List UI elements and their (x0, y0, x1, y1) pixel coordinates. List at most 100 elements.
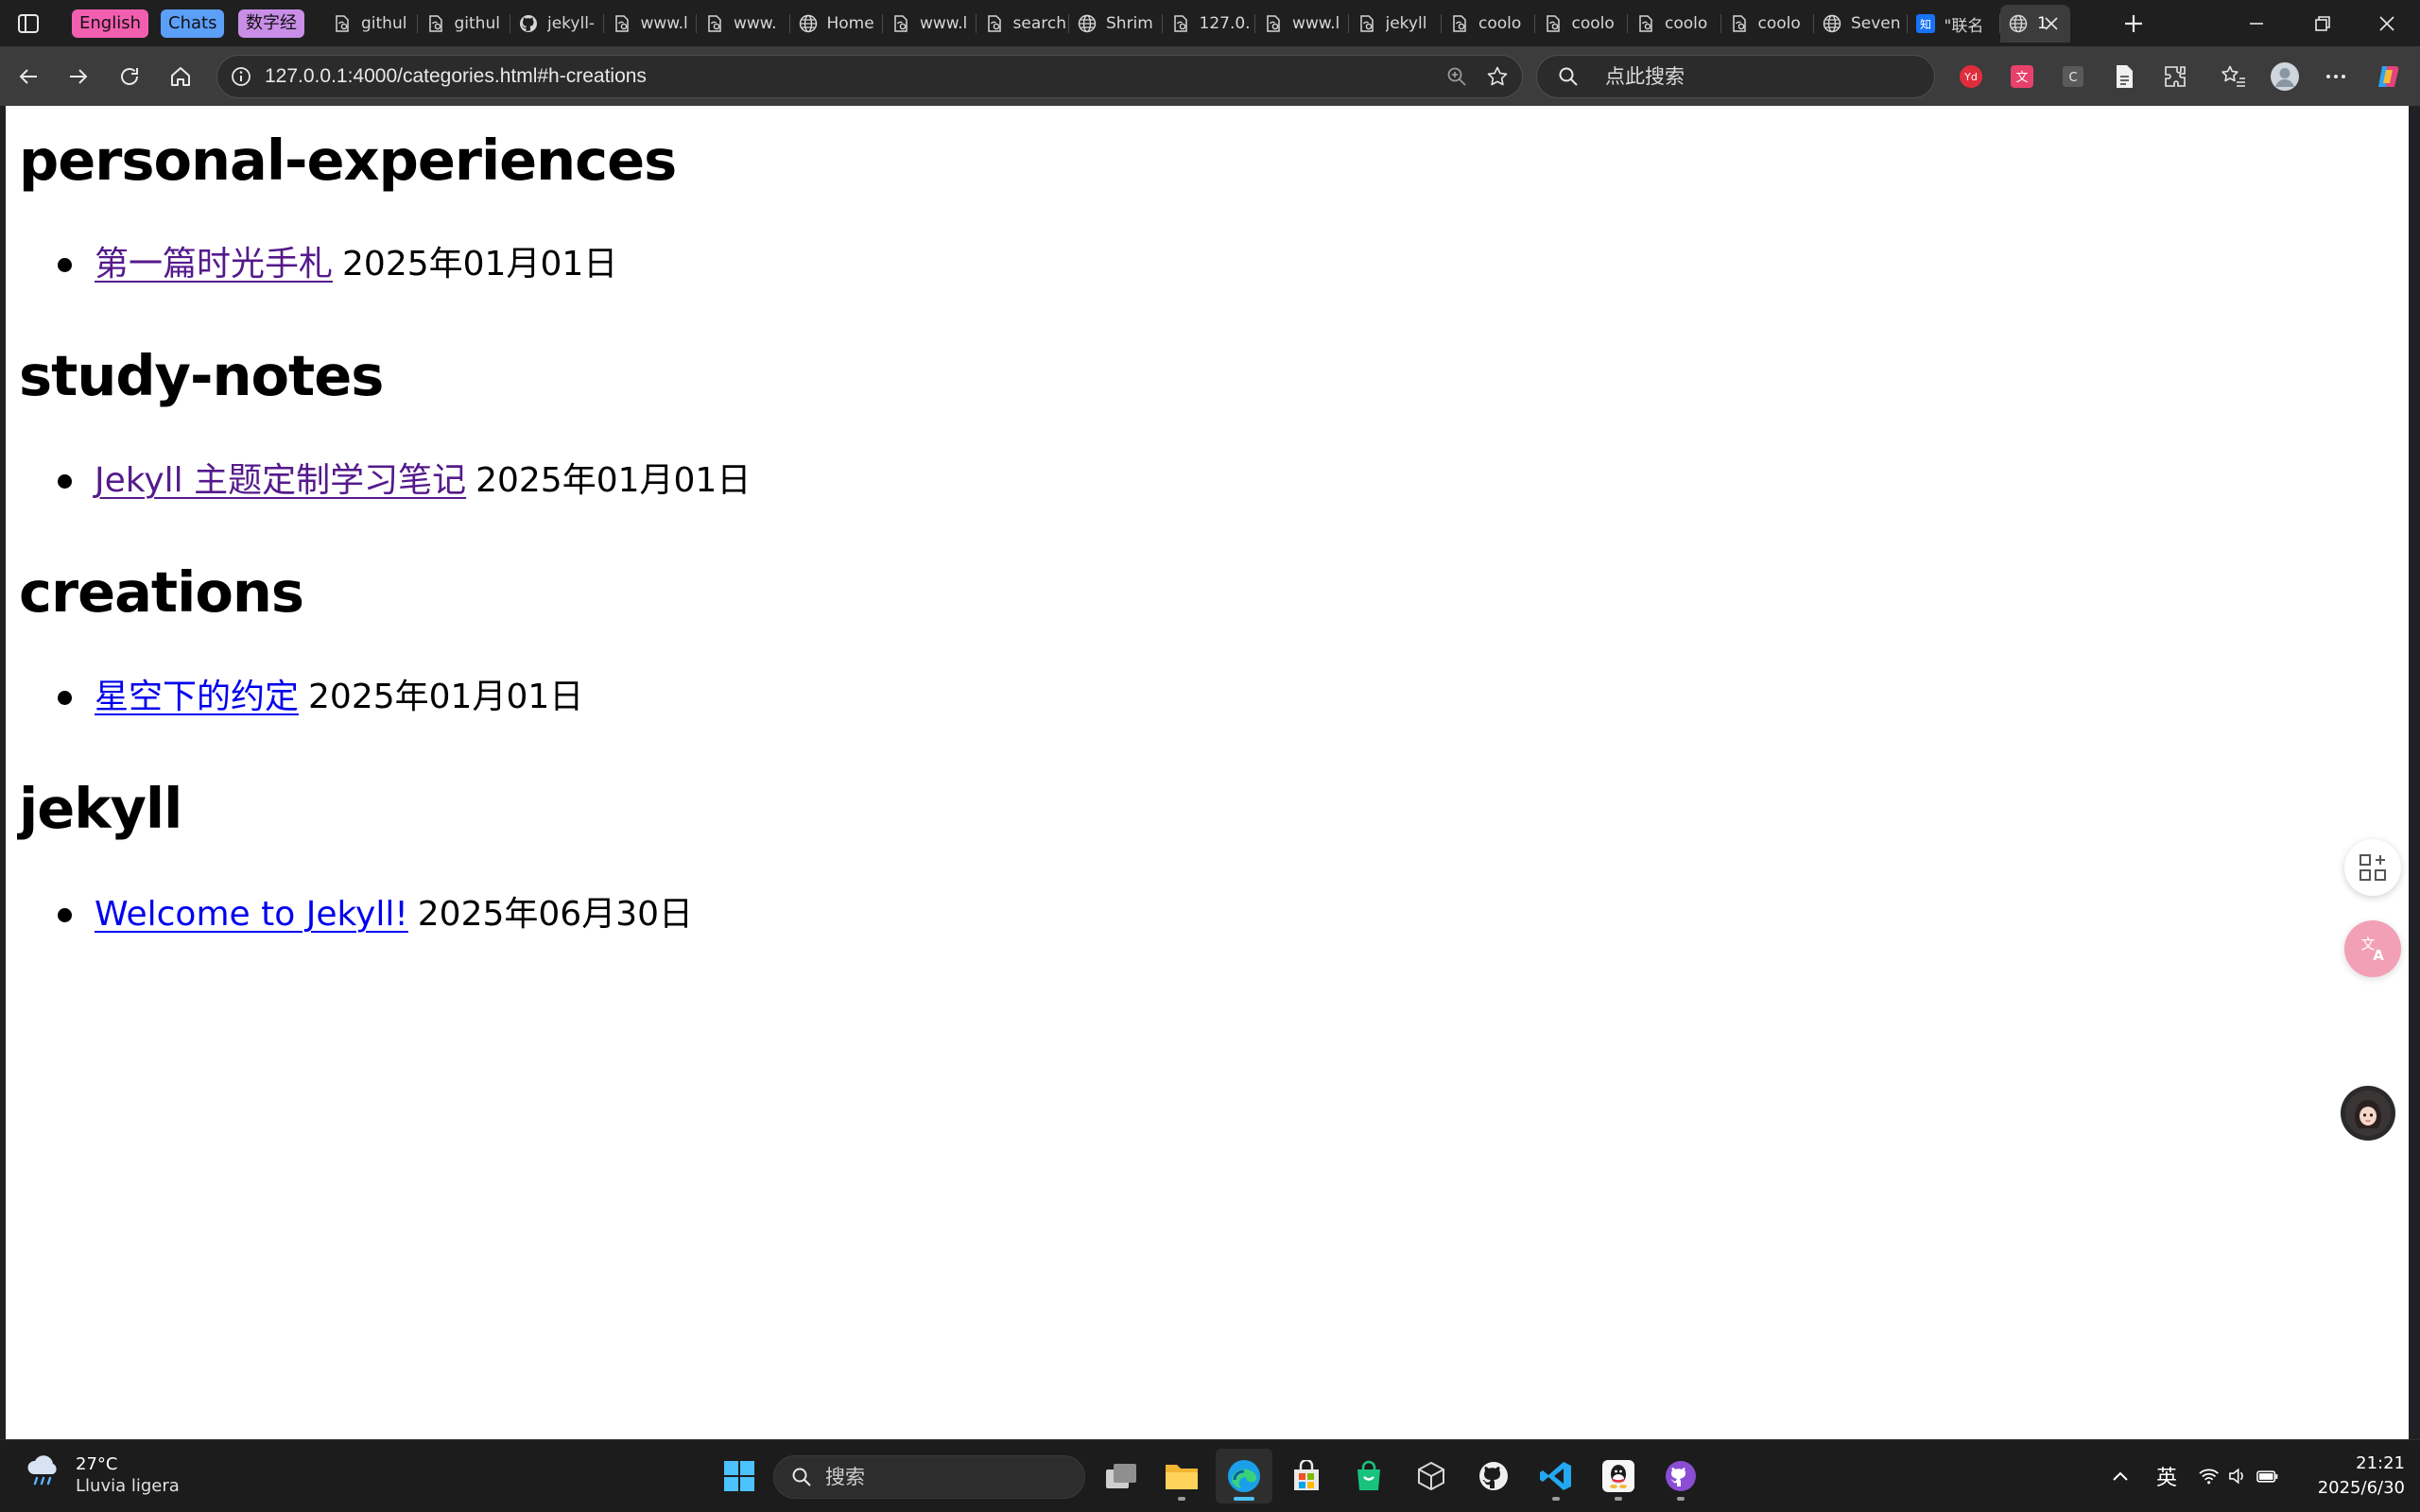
tab-title: www. (734, 14, 777, 33)
search-placeholder: 点此搜索 (1605, 65, 1685, 88)
ime-indicator[interactable]: 英 (2150, 1459, 2184, 1493)
edge-icon (1228, 1460, 1260, 1492)
post-link[interactable]: Jekyll 主题定制学习笔记 (95, 464, 466, 498)
task-view-icon (1106, 1464, 1136, 1488)
post-link[interactable]: Welcome to Jekyll! (95, 898, 408, 932)
page-icon (890, 13, 911, 34)
tab[interactable]: Shrim (1069, 5, 1163, 43)
bullet (58, 473, 72, 489)
tab[interactable]: 知 "联名 (1908, 5, 2001, 43)
extension-youdao-icon[interactable]: Yd (1955, 60, 1987, 93)
tab-actions-button[interactable] (13, 9, 43, 38)
tab[interactable]: www.l (1255, 5, 1349, 43)
category-heading: study-notes (19, 343, 384, 408)
taskbar-app-edge[interactable] (1216, 1449, 1272, 1503)
category-heading: creations (19, 559, 304, 625)
restore-button[interactable] (2290, 0, 2356, 46)
weather-widget[interactable]: 27°C Lluvia ligera (25, 1453, 180, 1497)
tab[interactable]: coolo (1628, 5, 1721, 43)
running-indicator (1178, 1497, 1185, 1501)
assistant-avatar-button[interactable] (2341, 1086, 2395, 1141)
extension-document-icon[interactable] (2108, 60, 2140, 93)
close-window-button[interactable] (2354, 0, 2420, 46)
taskbar-app-vscode[interactable] (1528, 1449, 1584, 1503)
tab-group-english[interactable]: English (72, 9, 148, 38)
search-icon (792, 1468, 811, 1486)
page-icon (1543, 13, 1564, 34)
system-clock[interactable]: 21:21 2025/6/30 (2318, 1452, 2405, 1501)
store-icon (1294, 1460, 1319, 1490)
taskbar-app-file-explorer[interactable] (1153, 1449, 1210, 1503)
tab[interactable]: githul (418, 5, 511, 43)
extensions-puzzle-icon[interactable] (2159, 60, 2191, 93)
post-link[interactable]: 第一篇时光手札 (95, 248, 333, 282)
page-icon (425, 13, 446, 34)
tab[interactable]: jekyll (1349, 5, 1443, 43)
list-item: Welcome to Jekyll! 2025年06月30日 (58, 898, 693, 932)
info-icon[interactable] (231, 66, 251, 87)
tab[interactable]: search (977, 5, 1070, 43)
tab[interactable]: www. (697, 5, 790, 43)
tab-group-label: 数字经 (246, 13, 297, 33)
taskbar-app-qq[interactable] (1590, 1449, 1647, 1503)
taskbar-app-green-bag[interactable] (1340, 1449, 1397, 1503)
back-button[interactable] (9, 58, 47, 95)
forward-button[interactable] (60, 58, 97, 95)
page-icon (1263, 13, 1284, 34)
home-button[interactable] (162, 58, 199, 95)
apps-float-button[interactable] (2344, 839, 2401, 896)
apps-grid-icon (2360, 854, 2386, 881)
close-icon (2045, 17, 2058, 30)
taskbar-app-store[interactable] (1278, 1449, 1335, 1503)
category-heading: personal-experiences (19, 128, 677, 193)
close-tab-button[interactable] (2042, 14, 2061, 33)
extension-translate-icon[interactable]: 文 (2006, 60, 2038, 93)
zoom-icon[interactable] (1446, 66, 1467, 87)
search-box[interactable]: 点此搜索 (1536, 55, 1935, 98)
page-icon (332, 13, 353, 34)
new-tab-button[interactable] (2118, 8, 2150, 40)
task-view-button[interactable] (1093, 1449, 1150, 1503)
tab[interactable]: coolo (1535, 5, 1629, 43)
tab-group-chats[interactable]: Chats (161, 9, 225, 38)
favorites-icon[interactable] (2218, 60, 2250, 93)
tray-overflow-button[interactable] (2106, 1459, 2135, 1493)
tab-title: Home (826, 14, 874, 33)
tab-group-digital[interactable]: 数字经 (238, 9, 304, 38)
taskbar-search-label: 搜索 (825, 1466, 865, 1488)
tab-active[interactable]: 1 (2000, 5, 2070, 43)
tab[interactable]: Seven (1814, 5, 1908, 43)
post-date: 2025年01月01日 (342, 245, 618, 284)
taskbar-app-github-desktop[interactable] (1652, 1449, 1709, 1503)
page-icon (1170, 13, 1191, 34)
post-link[interactable]: 星空下的约定 (95, 680, 299, 714)
list-item: 星空下的约定 2025年01月01日 (58, 680, 583, 714)
tab[interactable]: jekyll- (510, 5, 604, 43)
more-menu-icon[interactable] (2320, 60, 2352, 93)
edge-sidebar-strip (2409, 106, 2420, 1439)
tab-title: 127.0. (1199, 14, 1251, 33)
post-date: 2025年06月30日 (417, 895, 694, 934)
tab[interactable]: www.l (883, 5, 977, 43)
refresh-button[interactable] (111, 58, 148, 95)
taskbar-search[interactable]: 搜索 (773, 1455, 1085, 1499)
profile-avatar-icon[interactable] (2269, 60, 2301, 93)
copilot-icon[interactable] (2373, 60, 2405, 93)
url-text[interactable]: 127.0.0.1:4000/categories.html#h-creatio… (265, 56, 647, 97)
tab[interactable]: coolo (1442, 5, 1535, 43)
tab[interactable]: Home (790, 5, 884, 43)
favorite-star-icon[interactable] (1486, 65, 1509, 88)
tab-title: Shrim (1106, 14, 1153, 33)
extension-c-icon[interactable]: C (2057, 60, 2089, 93)
taskbar-app-unity[interactable] (1403, 1449, 1460, 1503)
minimize-button[interactable] (2223, 0, 2290, 46)
quick-settings-button[interactable] (2199, 1459, 2278, 1493)
tab[interactable]: githul (324, 5, 418, 43)
tab[interactable]: 127.0. (1163, 5, 1256, 43)
taskbar-app-github[interactable] (1465, 1449, 1522, 1503)
tab[interactable]: coolo (1721, 5, 1815, 43)
tab[interactable]: www.l (604, 5, 698, 43)
translate-float-button[interactable]: 文A (2344, 920, 2401, 977)
address-bar[interactable]: 127.0.0.1:4000/categories.html#h-creatio… (216, 55, 1523, 98)
start-button[interactable] (711, 1449, 768, 1503)
